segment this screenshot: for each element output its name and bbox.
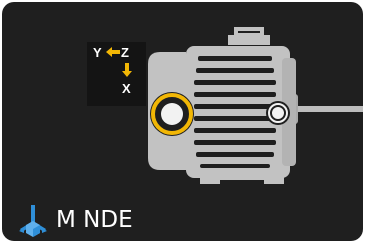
de-measurement-point[interactable] [266,101,290,125]
nde-measurement-point[interactable] [150,92,194,136]
motor-shaft [294,106,363,112]
axis-z-label: Z [121,45,129,60]
axis-y-label: Y [93,45,102,60]
axis-orientation-indicator: Y Z X [87,42,146,106]
location-label: M NDE [56,207,133,233]
motor-foot-right [264,176,284,184]
arrow-down-icon [122,63,132,77]
arrow-left-icon [106,47,120,57]
terminal-box-slot [238,31,260,33]
axes-cube-icon [19,205,47,237]
axis-x-label: X [122,81,131,96]
motor-foot-left [200,176,220,184]
sensor-location-card[interactable]: Y Z X M NDE [2,2,363,241]
